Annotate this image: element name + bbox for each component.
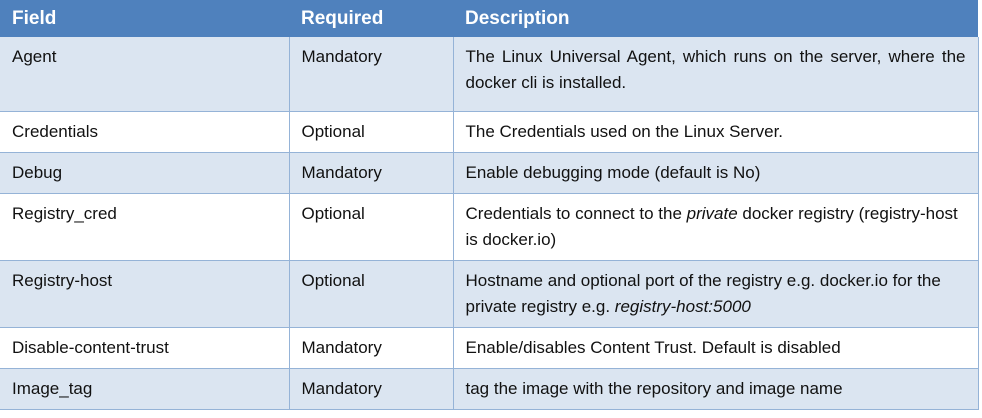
cell-field: Registry_cred: [0, 193, 290, 261]
cell-description: The Credentials used on the Linux Server…: [453, 111, 979, 153]
description-text: Credentials to connect to the: [465, 204, 687, 223]
cell-field: Disable-content-trust: [0, 327, 290, 369]
cell-description: Credentials to connect to the private do…: [453, 193, 979, 261]
cell-required: Mandatory: [289, 37, 454, 112]
cell-required: Optional: [289, 193, 454, 261]
cell-description: The Linux Universal Agent, which runs on…: [453, 37, 979, 112]
table-row: Debug Mandatory Enable debugging mode (d…: [0, 152, 979, 194]
cell-required: Mandatory: [289, 368, 454, 410]
cell-field: Credentials: [0, 111, 290, 153]
header-description: Description: [453, 0, 978, 37]
cell-field: Image_tag: [0, 368, 290, 410]
cell-required: Optional: [289, 111, 454, 153]
description-italic: registry-host:5000: [614, 297, 751, 316]
cell-description: tag the image with the repository and im…: [453, 368, 979, 410]
cell-description: Enable debugging mode (default is No): [453, 152, 979, 194]
table-row: Registry-host Optional Hostname and opti…: [0, 260, 979, 328]
cell-required: Optional: [289, 260, 454, 328]
table-row: Registry_cred Optional Credentials to co…: [0, 193, 979, 261]
cell-required: Mandatory: [289, 327, 454, 369]
cell-field: Registry-host: [0, 260, 290, 328]
parameters-table: Field Required Description Agent Mandato…: [0, 0, 979, 410]
description-italic: private: [686, 204, 738, 223]
header-row: Field Required Description: [0, 0, 978, 37]
table-row: Agent Mandatory The Linux Universal Agen…: [0, 37, 979, 112]
table-body: Agent Mandatory The Linux Universal Agen…: [0, 37, 979, 410]
table-row: Credentials Optional The Credentials use…: [0, 111, 979, 153]
cell-description: Hostname and optional port of the regist…: [453, 260, 979, 328]
table-row: Image_tag Mandatory tag the image with t…: [0, 368, 979, 410]
cell-description: Enable/disables Content Trust. Default i…: [453, 327, 979, 369]
header-field: Field: [0, 0, 289, 37]
table-row: Disable-content-trust Mandatory Enable/d…: [0, 327, 979, 369]
cell-required: Mandatory: [289, 152, 454, 194]
table-header: Field Required Description: [0, 0, 978, 37]
cell-field: Debug: [0, 152, 290, 194]
cell-field: Agent: [0, 37, 290, 112]
header-required: Required: [289, 0, 453, 37]
